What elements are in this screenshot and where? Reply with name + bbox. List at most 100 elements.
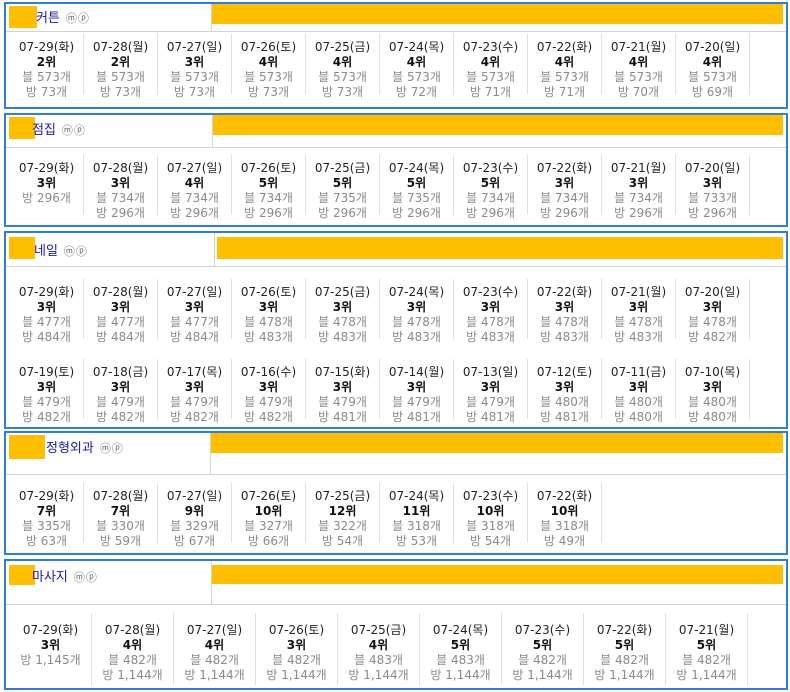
rank-value: 3위 xyxy=(184,55,205,69)
date-label: 07-28(월) xyxy=(104,623,161,637)
blog-count: 블 480개 xyxy=(688,395,737,409)
date-label: 07-23(수) xyxy=(462,489,519,503)
room-count: 방 296개 xyxy=(244,206,293,220)
blog-count: 블 735개 xyxy=(392,191,441,205)
date-label: 07-26(토) xyxy=(240,161,297,175)
blog-count: 블 573개 xyxy=(22,70,71,84)
mp-icons[interactable]: ⓜⓟ xyxy=(62,124,86,137)
date-label: 07-28(월) xyxy=(92,161,149,175)
keyword-text[interactable]: 마사지 xyxy=(32,570,68,585)
date-label: 07-23(수) xyxy=(514,623,571,637)
blog-count: 블 734개 xyxy=(96,191,145,205)
rank-value: 5위 xyxy=(406,176,427,190)
keyword-panel-massage: 마사지 ⓜⓟ 07-29(화) 3위 방 1,145개 07-28(월) 4위 블 482개… xyxy=(4,559,788,690)
mp-icons[interactable]: ⓜⓟ xyxy=(74,571,98,584)
rank-value: 3위 xyxy=(702,176,723,190)
keyword-label[interactable]: 마사지 ⓜⓟ xyxy=(32,566,98,585)
room-count: 방 484개 xyxy=(170,330,219,344)
date-stat-cell: 07-22(화) 4위 블 573개 방 71개 xyxy=(528,34,602,99)
stats-row: 07-29(화) 3위 블 477개 방 484개 07-28(월) 3위 블 477개 방 … xyxy=(10,279,750,344)
rank-value: 4위 xyxy=(204,638,225,652)
date-stat-cell: 07-22(화) 3위 블 734개 방 296개 xyxy=(528,155,602,220)
mp-icons[interactable]: ⓜⓟ xyxy=(100,442,124,455)
blog-count: 블 479개 xyxy=(22,395,71,409)
keyword-text[interactable]: 점집 xyxy=(32,123,56,138)
date-label: 07-21(월) xyxy=(610,161,667,175)
date-stat-cell: 07-27(일) 9위 블 329개 방 67개 xyxy=(158,483,232,548)
date-stat-cell: 07-21(월) 4위 블 573개 방 70개 xyxy=(602,34,676,99)
rank-value: 3위 xyxy=(184,300,205,314)
date-stat-cell: 07-28(월) 3위 블 477개 방 484개 xyxy=(84,279,158,344)
room-count: 방 484개 xyxy=(22,330,71,344)
keyword-text[interactable]: 네일 xyxy=(34,244,58,259)
room-count: 방 482개 xyxy=(22,410,71,424)
blog-count: 블 733개 xyxy=(688,191,737,205)
rank-value: 3위 xyxy=(406,380,427,394)
date-label: 07-17(목) xyxy=(166,365,223,379)
rank-value: 3위 xyxy=(554,380,575,394)
room-count: 방 296개 xyxy=(540,206,589,220)
keyword-label[interactable]: 네일 ⓜⓟ xyxy=(34,240,88,259)
blog-count: 블 573개 xyxy=(688,70,737,84)
panel-header: 네일 ⓜⓟ xyxy=(6,233,786,267)
stats-row: 07-29(화) 3위 방 296개 07-28(월) 3위 블 734개 방 296개 07… xyxy=(10,155,750,220)
keyword-text[interactable]: 커튼 xyxy=(36,11,60,26)
date-stat-cell: 07-21(월) 3위 블 478개 방 483개 xyxy=(602,279,676,344)
keyword-label[interactable]: 커튼 ⓜⓟ xyxy=(36,7,90,26)
blog-count: 블 335개 xyxy=(22,519,71,533)
mp-icons[interactable]: ⓜⓟ xyxy=(66,12,90,25)
room-count: 방 296개 xyxy=(614,206,663,220)
date-stat-cell: 07-26(토) 3위 블 478개 방 483개 xyxy=(232,279,306,344)
keyword-text[interactable]: 정형외과 xyxy=(46,441,94,456)
keyword-panel-curtain: 커튼 ⓜⓟ 07-29(화) 2위 블 573개 방 73개 07-28(월) 2위 블 57… xyxy=(4,2,788,109)
keyword-label[interactable]: 점집 ⓜⓟ xyxy=(32,119,86,138)
date-stat-cell: 07-24(목) 5위 블 735개 방 296개 xyxy=(380,155,454,220)
date-stat-cell: 07-27(일) 4위 블 482개 방 1,144개 xyxy=(174,613,256,685)
rank-value: 3위 xyxy=(628,300,649,314)
room-count: 방 482개 xyxy=(170,410,219,424)
rank-value: 4위 xyxy=(554,55,575,69)
mp-icons[interactable]: ⓜⓟ xyxy=(64,245,88,258)
rank-value: 7위 xyxy=(36,504,57,518)
date-stat-cell: 07-16(수) 3위 블 479개 방 482개 xyxy=(232,359,306,424)
stats-row: 07-19(토) 3위 블 479개 방 482개 07-18(금) 3위 블 479개 방 … xyxy=(10,359,750,424)
header-bar xyxy=(213,115,783,135)
date-stat-cell: 07-22(화) 5위 블 482개 방 1,144개 xyxy=(584,613,666,685)
room-count: 방 483개 xyxy=(614,330,663,344)
blog-count: 블 318개 xyxy=(392,519,441,533)
date-stat-cell: 07-22(화) 10위 블 318개 방 49개 xyxy=(528,483,602,548)
date-label: 07-25(금) xyxy=(314,489,371,503)
blog-count: 블 479개 xyxy=(466,395,515,409)
date-label: 07-28(월) xyxy=(92,285,149,299)
date-stat-cell: 07-29(화) 3위 블 477개 방 484개 xyxy=(10,279,84,344)
rank-value: 3위 xyxy=(628,380,649,394)
blog-count: 방 1,145개 xyxy=(20,653,81,667)
rank-value: 3위 xyxy=(628,176,649,190)
room-count: 방 296개 xyxy=(688,206,737,220)
date-stat-cell: 07-26(토) 5위 블 734개 방 296개 xyxy=(232,155,306,220)
date-stat-cell: 07-23(수) 5위 블 734개 방 296개 xyxy=(454,155,528,220)
rank-value: 3위 xyxy=(554,176,575,190)
room-count: 방 484개 xyxy=(96,330,145,344)
blog-count: 블 478개 xyxy=(466,315,515,329)
date-label: 07-11(금) xyxy=(610,365,667,379)
room-count: 방 480개 xyxy=(614,410,663,424)
rank-value: 5위 xyxy=(696,638,717,652)
header-bar xyxy=(217,237,783,259)
date-stat-cell: 07-28(월) 2위 블 573개 방 73개 xyxy=(84,34,158,99)
date-label: 07-27(일) xyxy=(166,285,223,299)
date-label: 07-25(금) xyxy=(314,285,371,299)
rank-value: 10위 xyxy=(476,504,505,518)
rank-value: 4위 xyxy=(480,55,501,69)
blog-count: 블 478개 xyxy=(540,315,589,329)
rank-value: 5위 xyxy=(480,176,501,190)
room-count: 방 482개 xyxy=(244,410,293,424)
date-stat-cell: 07-23(수) 3위 블 478개 방 483개 xyxy=(454,279,528,344)
date-stat-cell: 07-20(일) 3위 블 733개 방 296개 xyxy=(676,155,750,220)
date-label: 07-21(월) xyxy=(610,285,667,299)
room-count: 방 73개 xyxy=(173,85,216,99)
keyword-label[interactable]: 정형외과 ⓜⓟ xyxy=(46,437,124,456)
date-stat-cell: 07-13(일) 3위 블 479개 방 481개 xyxy=(454,359,528,424)
date-label: 07-20(일) xyxy=(684,161,741,175)
room-count: 방 71개 xyxy=(469,85,512,99)
